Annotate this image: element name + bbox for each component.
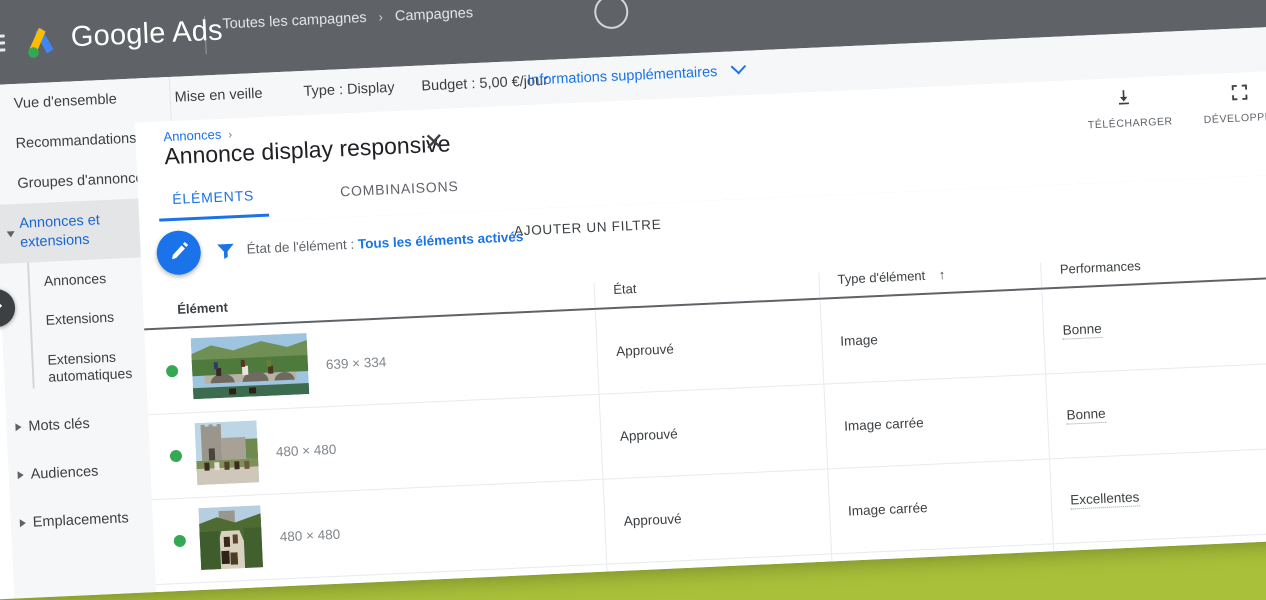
sidebar-item-label: Emplacements	[32, 510, 130, 531]
chevron-right-icon[interactable]	[19, 518, 27, 528]
type-label: Image carrée	[851, 584, 932, 600]
close-icon[interactable]: ✕	[423, 129, 444, 157]
expand-button[interactable]: DÉVELOPPER	[1202, 81, 1266, 126]
sidebar-item-label: Groupes d'annonces	[17, 170, 152, 193]
thumbnail-castle-tower-with-riders[interactable]	[194, 419, 260, 488]
type-label: Image carrée	[847, 499, 928, 519]
tab-elements[interactable]: ÉLÉMENTS	[172, 187, 255, 207]
application-window: Google Ads Toutes les campagnes › Campag…	[0, 0, 1266, 600]
thumbnail-horses-on-stone-bridge[interactable]	[190, 333, 310, 402]
green-dot-icon	[165, 364, 179, 378]
chevron-down-icon[interactable]	[6, 230, 16, 242]
sort-ascending-icon: ↑	[938, 266, 946, 283]
column-header-label: Performances	[1059, 258, 1142, 277]
grey-dot-icon	[162, 302, 164, 318]
cell-type: Image carrée	[830, 544, 1058, 600]
thumbnail-riders-on-forest-path[interactable]	[198, 504, 264, 573]
green-dot-icon	[173, 534, 187, 548]
sidebar-item-label: Vue d'ensemble	[13, 91, 118, 113]
sidebar-item-label: Audiences	[30, 463, 99, 483]
expand-label: DÉVELOPPER	[1203, 110, 1266, 127]
top-breadcrumb[interactable]: Toutes les campagnes › Campagnes	[222, 5, 473, 32]
expand-icon	[1202, 81, 1266, 108]
tab-combinaisons[interactable]: COMBINAISONS	[340, 178, 459, 199]
column-header-label: Type d'élément	[837, 267, 926, 287]
green-dot-icon	[169, 449, 183, 463]
cell-etat: Approuvé	[602, 469, 831, 564]
add-filter-button[interactable]: AJOUTER UN FILTRE	[514, 217, 662, 239]
column-header-label: Élément	[176, 299, 229, 317]
download-button[interactable]: TÉLÉCHARGER	[1086, 86, 1173, 132]
filter-chip-value: Tous les éléments activés	[357, 229, 524, 252]
brand-title: Google Ads	[70, 14, 224, 54]
pencil-icon	[172, 241, 189, 260]
chevron-down-icon	[730, 58, 747, 75]
edit-fab-button[interactable]	[155, 229, 202, 276]
type-label: Image carrée	[843, 414, 924, 434]
breadcrumb-item-all-campaigns[interactable]: Toutes les campagnes	[222, 10, 367, 33]
status-label: Approuvé	[627, 596, 685, 600]
sidebar-item-label: Mots clés	[28, 415, 91, 435]
type-label: Image	[839, 331, 879, 349]
sidebar-item-label: Extensions	[45, 308, 115, 328]
extra-information-link[interactable]: Informations supplémentaires	[526, 58, 747, 89]
cell-etat: Approuvé	[595, 299, 824, 394]
cell-type: Image	[819, 289, 1046, 384]
extra-information-label: Informations supplémentaires	[526, 64, 718, 89]
breadcrumb-item-campaign[interactable]: Campagnes	[395, 5, 474, 25]
sidebar-item-label: Annonces et extensions	[18, 212, 101, 251]
sidebar-item-label: Annonces	[43, 269, 107, 289]
campaign-state-label: Mise en veille	[174, 85, 263, 106]
cell-performance: Bonne	[1053, 532, 1266, 600]
element-dimensions: 480 × 480	[275, 441, 337, 460]
element-dimensions: 639 × 334	[325, 353, 387, 372]
performance-label: Bonne	[1073, 575, 1114, 594]
thumbnail-riders-on-trail[interactable]	[202, 589, 267, 600]
hamburger-menu-icon[interactable]	[0, 34, 6, 53]
filter-funnel-icon[interactable]	[214, 239, 237, 267]
filter-chip-prefix: État de l'élément :	[246, 236, 359, 257]
sidebar-item-label: Extensions automatiques	[47, 348, 133, 385]
cell-performance: Bonne	[1041, 277, 1266, 374]
download-icon	[1086, 86, 1161, 113]
cell-type: Image carrée	[823, 374, 1050, 469]
chevron-right-icon[interactable]	[15, 422, 22, 431]
campaign-type-label: Type : Display	[303, 79, 395, 100]
performance-label: Bonne	[1066, 405, 1106, 425]
download-label: TÉLÉCHARGER	[1087, 115, 1173, 132]
sidebar-item-label: Recommandations	[15, 130, 137, 153]
performance-label: Bonne	[1062, 320, 1103, 340]
cell-type: Image carrée	[827, 459, 1054, 554]
status-label: Approuvé	[615, 340, 675, 359]
status-label: Approuvé	[623, 510, 682, 529]
main-content: Annonces › Annonce display responsive ✕ T…	[134, 69, 1266, 600]
google-ads-logo-icon	[20, 22, 62, 64]
status-label: Approuvé	[619, 425, 679, 444]
performance-label: Excellentes	[1069, 488, 1140, 510]
column-header-label: État	[612, 281, 637, 298]
chevron-right-icon[interactable]	[17, 470, 24, 480]
cell-performance: Bonne	[1045, 362, 1266, 459]
elements-table: Élément État Type d'élément ↑ Performanc…	[141, 219, 1266, 600]
campaign-state: Mise en veille	[155, 85, 263, 107]
breadcrumb-separator-icon: ›	[378, 9, 384, 25]
cell-etat: Approuvé	[599, 384, 828, 479]
filter-chip-element-state[interactable]: État de l'élément : Tous les éléments ac…	[246, 229, 523, 257]
page-actions: TÉLÉCHARGER DÉVELOPPER	[1086, 81, 1266, 132]
search-icon[interactable]	[593, 0, 630, 30]
